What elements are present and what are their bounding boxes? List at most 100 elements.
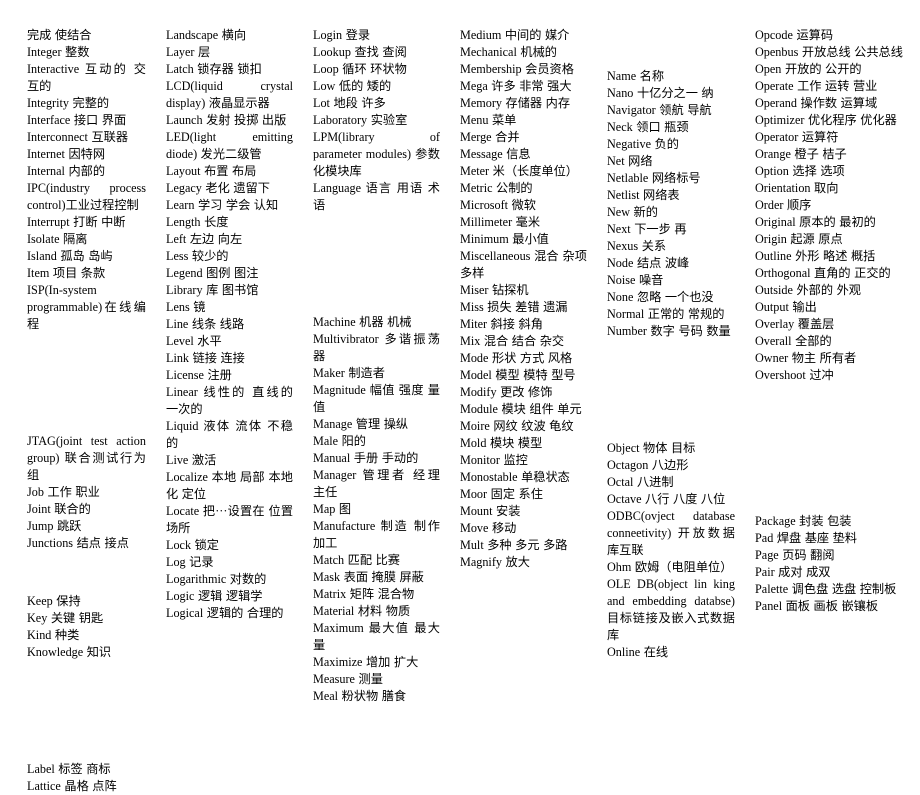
glossary-entry: Module 模块 组件 单元	[460, 402, 582, 416]
glossary-entry: Move 移动	[460, 521, 517, 535]
glossary-spacer	[313, 255, 440, 272]
glossary-entry: Normal 正常的 常规的	[607, 307, 725, 322]
glossary-entry: Island 孤岛 岛屿	[27, 249, 113, 263]
glossary-entry: Logical 逻辑的 合理的	[166, 606, 284, 620]
glossary-entry: Owner 物主 所有者	[755, 351, 857, 365]
glossary-entry: Loop 循环 环状物	[313, 62, 407, 76]
glossary-entry: Package 封装 包装	[755, 513, 852, 528]
glossary-entry: Match 匹配 比赛	[313, 552, 400, 567]
glossary-entry: Legacy 老化 遗留下	[166, 181, 270, 195]
glossary-spacer	[755, 396, 906, 413]
glossary-entry: Nano 十亿分之一 纳	[607, 86, 714, 101]
glossary-entry: Orange 橙子 桔子	[755, 147, 847, 161]
glossary-entry: Jump 跳跃	[27, 518, 82, 533]
glossary-entry: Miss 损失 差错 遗漏	[460, 300, 568, 314]
glossary-entry: Interrupt 打断 中断	[27, 215, 126, 229]
glossary-entry: Mix 混合 结合 杂交	[460, 334, 565, 348]
glossary-entry: Outside 外部的 外观	[755, 283, 861, 297]
glossary-entry: Measure 测量	[313, 671, 383, 686]
glossary-entry: Operand 操作数 运算域	[755, 96, 878, 110]
glossary-entry: Message 信息	[460, 147, 531, 161]
glossary-spacer	[27, 703, 146, 720]
glossary-entry: LED(light emitting diode) 发光二级管	[166, 130, 293, 161]
glossary-entry: Lock 锁定	[166, 538, 219, 552]
glossary-entry: Latch 锁存器 锁扣	[166, 62, 262, 76]
glossary-entry: Octagon 八边形	[607, 458, 689, 473]
glossary-entry: Miscellaneous 混合 杂项 多样	[460, 249, 587, 280]
glossary-entry: Page 页码 翻阅	[755, 547, 835, 562]
glossary-entry: Magnify 放大	[460, 555, 530, 569]
glossary-spacer	[313, 226, 440, 243]
glossary-entry: Link 链接 连接	[166, 351, 245, 365]
glossary-entry: Left 左边 向左	[166, 232, 243, 246]
glossary-entry: Mold 模块 模型	[460, 436, 543, 450]
glossary-entry: Maker 制造者	[313, 365, 385, 380]
glossary-entry: Mult 多种 多元 多路	[460, 538, 568, 552]
glossary-entry: Map 图	[313, 501, 352, 516]
glossary-entry: Pair 成对 成双	[755, 564, 831, 579]
glossary-entry: Output 输出	[755, 300, 817, 314]
glossary-entry: Modify 更改 修饰	[460, 385, 553, 399]
glossary-entry: Manufacture 制造 制作 加工	[313, 518, 440, 550]
glossary-entry: LCD(liquid crystal display) 液晶显示器	[166, 79, 293, 110]
glossary-entry: Panel 面板 画板 嵌镶板	[755, 598, 879, 613]
glossary-entry: IPC(industry process control)工业过程控制	[27, 181, 146, 212]
glossary-spacer	[755, 455, 906, 472]
glossary-entry: Knowledge 知识	[27, 645, 112, 660]
glossary-entry: Open 开放的 公开的	[755, 62, 862, 76]
glossary-entry: Manage 管理 操纵	[313, 416, 409, 431]
glossary-entry: Manual 手册 手动的	[313, 450, 419, 465]
glossary-entry: Name 名称	[607, 69, 665, 84]
glossary-entry: Line 线条 线路	[166, 317, 245, 331]
glossary-spacer	[755, 484, 906, 501]
column-6: Opcode 运算码 Openbus 开放总线 公共总线 Open 开放的 公开的 O…	[749, 27, 920, 615]
glossary-entry: Laboratory 实验室	[313, 113, 408, 127]
glossary-entry: Monitor 监控	[460, 453, 528, 467]
glossary-entry: Palette 调色盘 选盘 控制板	[755, 581, 897, 596]
glossary-entry: Next 下一步 再	[607, 222, 687, 237]
column-5: Name 名称 Nano 十亿分之一 纳 Navigator 领航 导航 Neck 领…	[601, 27, 749, 661]
glossary-spacer	[313, 285, 440, 302]
glossary-entry: New 新的	[607, 205, 658, 220]
glossary-entry: Lattice 晶格 点阵	[27, 778, 117, 793]
glossary-entry: Layout 布置 布局	[166, 164, 257, 178]
glossary-entry: Interconnect 互联器	[27, 130, 129, 144]
glossary-entry: Minimum 最小值	[460, 232, 549, 246]
glossary-entry: Library 库 图书馆	[166, 283, 259, 297]
glossary-spacer	[27, 732, 146, 749]
glossary-entry: Logic 逻辑 逻辑学	[166, 589, 263, 603]
glossary-entry: ISP(In-system programmable)在线编程	[27, 283, 146, 331]
glossary-entry: Interactive 互动的 交互的	[27, 62, 146, 93]
glossary-entry: Matrix 矩阵 混合物	[313, 586, 415, 601]
glossary-entry: Menu 菜单	[460, 113, 517, 127]
glossary-entry: Login 登录	[313, 28, 371, 42]
glossary-entry: Moor 固定 系住	[460, 487, 543, 501]
glossary-entry: Logarithmic 对数的	[166, 572, 267, 586]
glossary-entry: None 忽略 一个也没	[607, 290, 714, 305]
column-1: 完成 使结合 Integer 整数 Interactive 互动的 交互的 Integ…	[0, 27, 160, 795]
glossary-entry: Pad 焊盘 基座 垫料	[755, 530, 858, 545]
glossary-entry: Number 数字 号码 数量	[607, 324, 731, 339]
glossary-entry: Layer 层	[166, 45, 211, 59]
column-3: Login 登录 Lookup 查找 查阅 Loop 循环 环状物 Low 低的 矮的…	[307, 27, 454, 705]
glossary-entry: Node 结点 波峰	[607, 256, 690, 271]
glossary-entry: 完成 使结合	[27, 28, 92, 42]
glossary-entry: Miser 钻探机	[460, 283, 529, 297]
glossary-entry: Membership 会员资格	[460, 62, 574, 76]
glossary-entry: Merge 合并	[460, 130, 520, 144]
glossary-entry: Openbus 开放总线 公共总线	[755, 45, 903, 59]
glossary-entry: Net 网络	[607, 154, 653, 169]
glossary-entry: Multivibrator 多谐振荡器	[313, 331, 440, 363]
glossary-entry: Meal 粉状物 膳食	[313, 688, 407, 703]
glossary-entry: Moire 网纹 纹波 龟纹	[460, 419, 574, 433]
glossary-entry: Log 记录	[166, 555, 214, 569]
glossary-entry: Male 阳的	[313, 433, 366, 448]
glossary-entry: Operator 运算符	[755, 130, 839, 144]
glossary-entry: Maximize 增加 扩大	[313, 654, 419, 669]
glossary-entry: License 注册	[166, 368, 232, 382]
glossary-entry: Live 激活	[166, 453, 217, 467]
glossary-entry: Magnitude 幅值 强度 量值	[313, 382, 440, 414]
glossary-entry: Material 材料 物质	[313, 603, 411, 618]
glossary-spacer	[27, 564, 146, 581]
glossary-entry: Meter 米（长度单位）	[460, 164, 578, 178]
